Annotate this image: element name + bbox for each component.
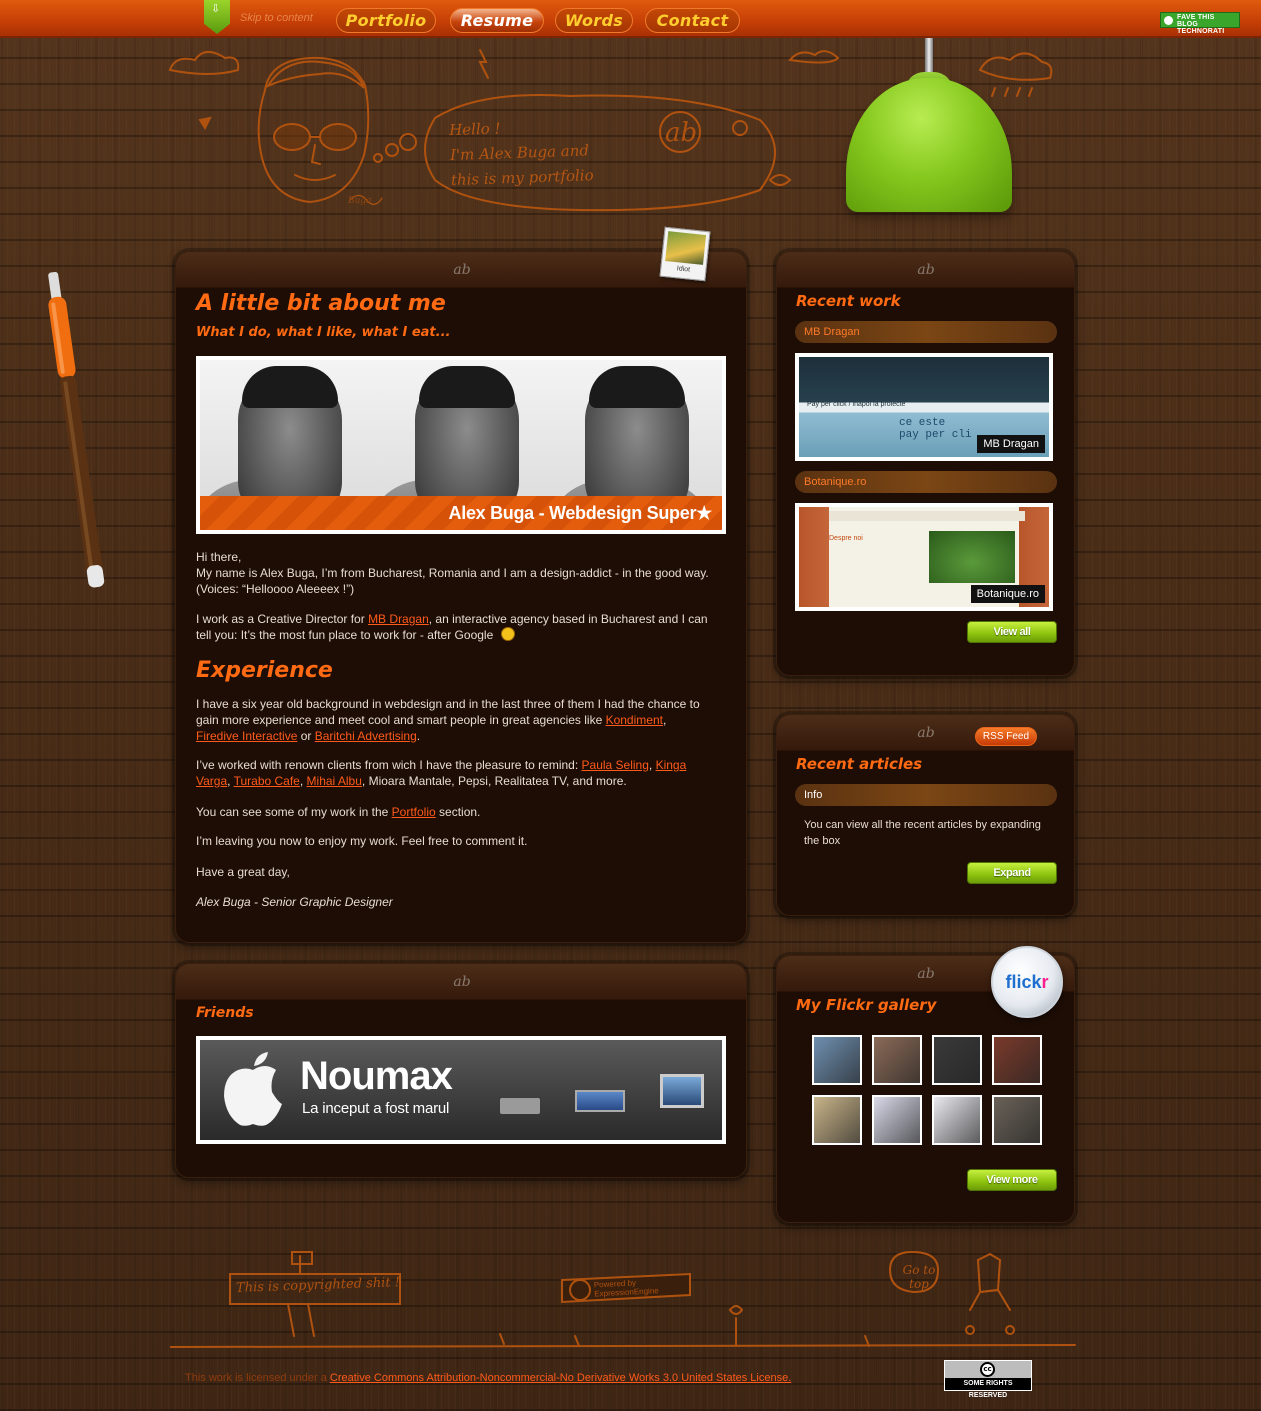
creative-commons-badge[interactable]: cc SOME RIGHTS RESERVED (944, 1360, 1032, 1399)
pen-icon (48, 271, 105, 588)
top-bar: ⇩ Skip to content Portfolio Resume Words… (0, 0, 1261, 38)
recent-articles-title: Recent articles (796, 755, 923, 773)
nav-contact[interactable]: Contact (645, 8, 740, 33)
work-caption: MB Dragan (977, 435, 1045, 453)
laptop-icon (575, 1090, 625, 1112)
monitor-icon (660, 1074, 704, 1108)
apple-logo-icon (224, 1052, 282, 1126)
footer-license: This work is licensed under a Creative C… (185, 1372, 792, 1384)
license-link[interactable]: Creative Commons Attribution-Noncommerci… (330, 1372, 791, 1384)
experience-p5: Have a great day, (196, 865, 290, 879)
nav-words[interactable]: Words (555, 8, 633, 33)
nav-resume[interactable]: Resume (450, 8, 544, 33)
go-to-top-link[interactable]: Go to top (899, 1263, 939, 1291)
nav-portfolio[interactable]: Portfolio (336, 8, 436, 33)
work-label-botanique[interactable]: Botanique.ro (795, 471, 1057, 493)
friends-title: Friends (196, 1005, 254, 1021)
skip-arrow-icon[interactable]: ⇩ (204, 0, 230, 34)
work-thumb-botanique[interactable]: Despre noi Botanique.ro (795, 503, 1053, 611)
kondiment-link[interactable]: Kondiment (606, 713, 663, 727)
technorati-heart-icon (1164, 16, 1173, 25)
baritchi-link[interactable]: Baritchi Advertising (315, 729, 417, 743)
flickr-thumb[interactable] (932, 1035, 982, 1085)
flickr-thumb[interactable] (872, 1095, 922, 1145)
flickr-thumb[interactable] (872, 1035, 922, 1085)
flickr-thumb[interactable] (992, 1095, 1042, 1145)
header-greeting: Hello ! I'm Alex Buga and this is my por… (448, 119, 594, 190)
about-banner-photo: Alex Buga - Webdesign Super★ (196, 356, 726, 534)
work-thumb-mb-dragan[interactable]: Pay per click / inapoi la proiecte ce es… (795, 353, 1053, 461)
flickr-badge-icon: flickr (991, 946, 1063, 1018)
laptop-icon (500, 1098, 540, 1114)
panel-logo-icon: ab (917, 966, 935, 982)
about-title: A little bit about me (196, 291, 446, 316)
expand-button[interactable]: Expand (967, 862, 1057, 884)
technorati-fave-badge[interactable]: FAVE THIS BLOG TECHNORATI (1160, 12, 1240, 35)
flickr-title: My Flickr gallery (796, 996, 937, 1014)
view-more-button[interactable]: View more (967, 1169, 1057, 1191)
flickr-thumb[interactable] (812, 1035, 862, 1085)
smiley-icon (500, 627, 515, 641)
experience-p2: I’ve worked with renown clients from wic… (196, 758, 687, 788)
header-initials: ab (665, 118, 698, 148)
info-label: Info (795, 784, 1057, 806)
flickr-thumb[interactable] (932, 1095, 982, 1145)
about-subtitle: What I do, what I like, what I eat... (196, 325, 451, 340)
panel-logo-icon: ab (453, 974, 471, 990)
mihai-albu-link[interactable]: Mihai Albu (307, 774, 362, 788)
about-intro: Hi there, My name is Alex Buga, I’m from… (196, 550, 709, 596)
paula-seling-link[interactable]: Paula Seling (582, 758, 649, 772)
experience-p1: I have a six year old background in webd… (196, 697, 700, 743)
recent-work-title: Recent work (796, 292, 901, 310)
experience-title: Experience (196, 658, 333, 683)
polaroid-photo: Idiot (659, 226, 711, 282)
info-text: You can view all the recent articles by … (804, 819, 1041, 847)
recent-work-panel: ab (776, 251, 1075, 676)
flickr-thumb[interactable] (992, 1035, 1042, 1085)
about-banner-caption: Alex Buga - Webdesign Super★ (200, 496, 722, 530)
panel-logo-icon: ab (917, 725, 935, 741)
work-caption: Botanique.ro (970, 585, 1045, 603)
about-work: I work as a Creative Director for MB Dra… (196, 612, 708, 642)
work-label-mb-dragan[interactable]: MB Dragan (795, 321, 1057, 343)
flickr-thumb[interactable] (812, 1095, 862, 1145)
portfolio-link[interactable]: Portfolio (392, 805, 436, 819)
about-signature: Alex Buga - Senior Graphic Designer (196, 895, 393, 909)
skip-to-content-link[interactable]: Skip to content (240, 12, 313, 24)
experience-p4: I’m leaving you now to enjoy my work. Fe… (196, 834, 528, 848)
turabo-cafe-link[interactable]: Turabo Cafe (234, 774, 300, 788)
cc-icon: cc (980, 1362, 995, 1377)
firedive-link[interactable]: Firedive Interactive (196, 729, 297, 743)
panel-logo-icon: ab (453, 262, 471, 278)
noumax-banner[interactable]: Noumax La inceput a fost marul (196, 1036, 726, 1144)
view-all-button[interactable]: View all (967, 621, 1057, 643)
header-signature: Buga (348, 196, 372, 206)
panel-logo-icon: ab (917, 262, 935, 278)
mb-dragan-link[interactable]: MB Dragan (368, 612, 429, 626)
rss-feed-button[interactable]: RSS Feed (975, 727, 1037, 746)
experience-p3: You can see some of my work in the Portf… (196, 805, 481, 819)
